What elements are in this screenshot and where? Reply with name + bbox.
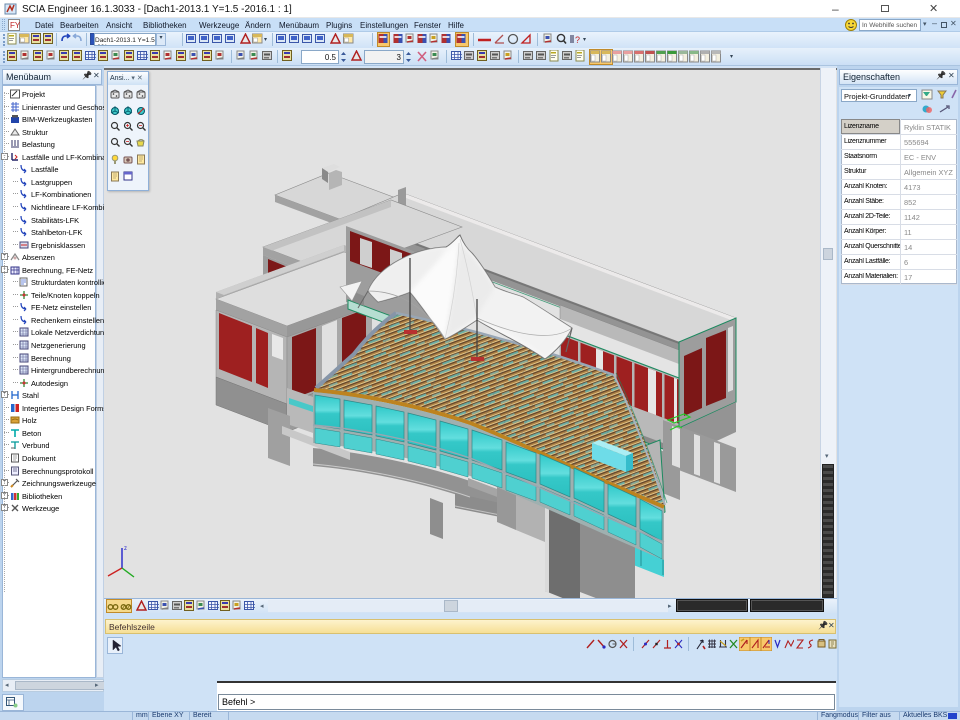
svg-text:z: z [124,546,127,552]
svg-text:FY: FY [10,21,20,30]
svg-text:?: ? [575,35,580,45]
